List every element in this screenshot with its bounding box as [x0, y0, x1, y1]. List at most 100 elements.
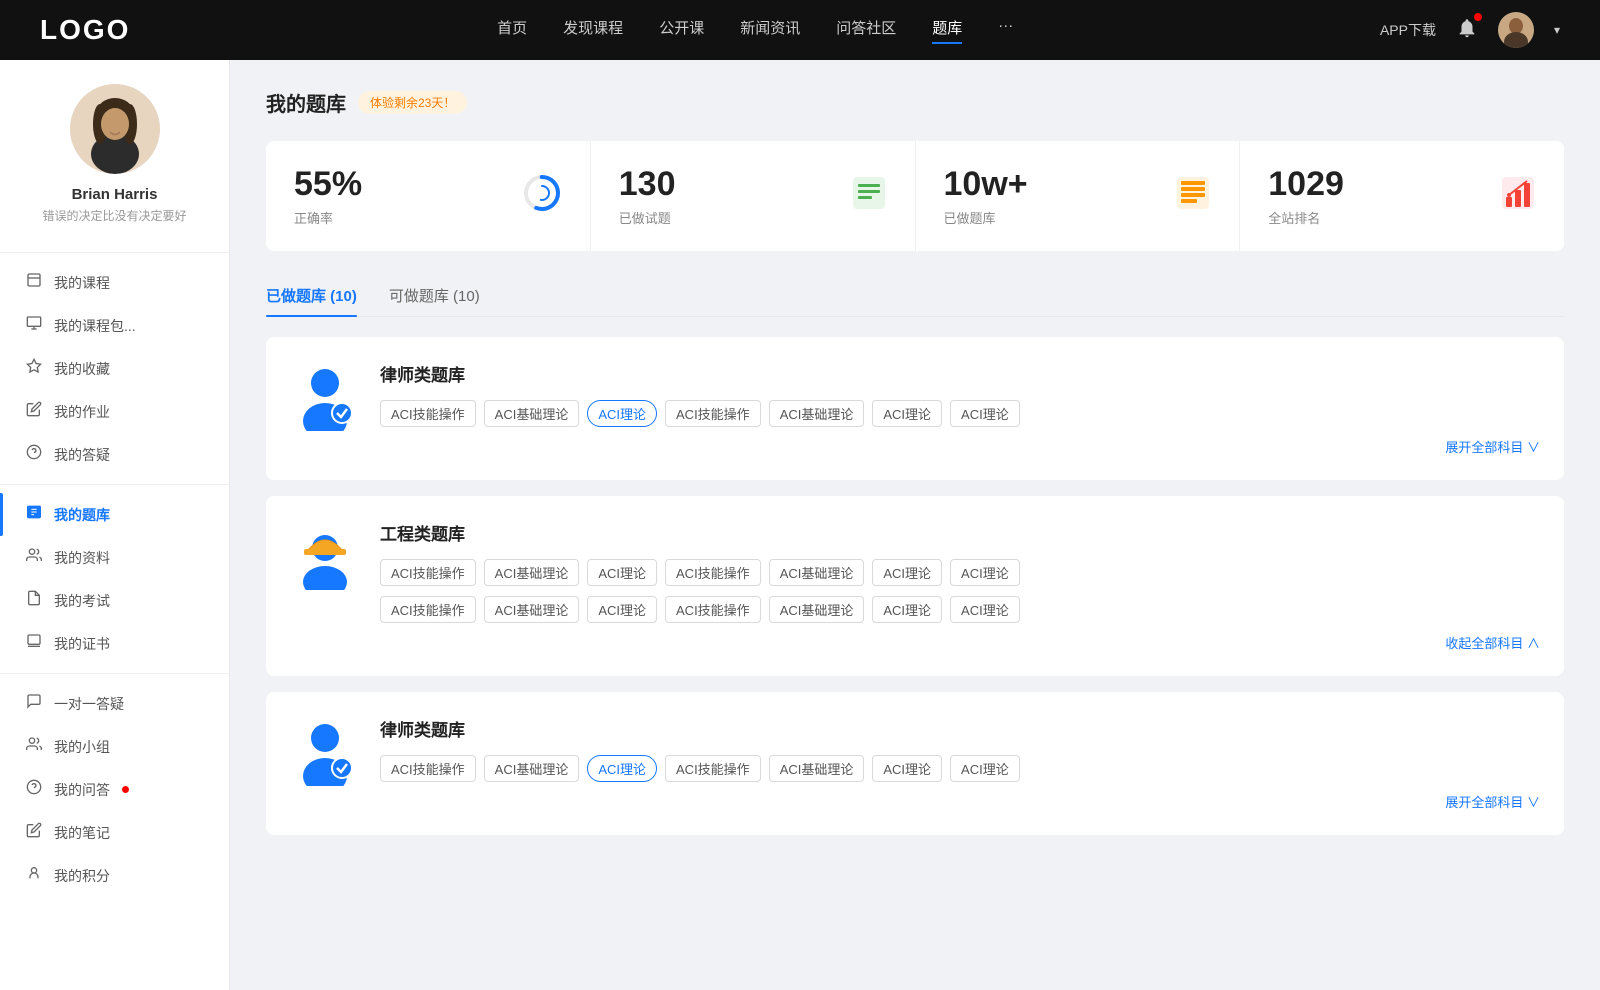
- sidebar-item-homework[interactable]: 我的作业: [0, 390, 229, 433]
- bank-tag[interactable]: ACI理论: [872, 559, 942, 586]
- nav-opencourse[interactable]: 公开课: [659, 17, 704, 44]
- bank-tag[interactable]: ACI理论: [950, 400, 1020, 427]
- tab-done-banks[interactable]: 已做题库 (10): [266, 275, 357, 316]
- bank-card-lawyer-1-footer: 展开全部科目 ∨: [380, 437, 1540, 456]
- bank-tag[interactable]: ACI技能操作: [380, 596, 476, 623]
- questionbank-icon: [24, 504, 44, 525]
- sidebar-item-certificate[interactable]: 我的证书: [0, 622, 229, 665]
- sidebar-item-questionbank-label: 我的题库: [54, 505, 110, 525]
- sidebar-item-one-on-one-label: 一对一答疑: [54, 694, 124, 714]
- bank-tag[interactable]: ACI技能操作: [380, 400, 476, 427]
- bank-tag[interactable]: ACI基础理论: [769, 755, 865, 782]
- sidebar-item-course[interactable]: 我的课程: [0, 261, 229, 304]
- sidebar-item-points[interactable]: 我的积分: [0, 854, 229, 897]
- notes-icon: [24, 822, 44, 843]
- sidebar-item-group[interactable]: 我的小组: [0, 725, 229, 768]
- bank-card-lawyer-2-header: 律师类题库 ACI技能操作ACI基础理论ACI理论ACI技能操作ACI基础理论A…: [290, 716, 1540, 811]
- myqa-icon: [24, 779, 44, 800]
- bank-card-lawyer-1-title: 律师类题库: [380, 361, 1540, 386]
- bell-icon[interactable]: [1456, 17, 1478, 44]
- bank-tag[interactable]: ACI理论: [872, 755, 942, 782]
- nav-more[interactable]: ···: [998, 17, 1013, 44]
- bank-tag[interactable]: ACI理论: [587, 400, 657, 427]
- bank-card-engineer-title: 工程类题库: [380, 520, 1540, 545]
- nav-questions[interactable]: 题库: [932, 17, 962, 44]
- bank-tag[interactable]: ACI技能操作: [665, 559, 761, 586]
- stat-ranking: 1029 全站排名: [1240, 141, 1564, 251]
- bank-tag[interactable]: ACI技能操作: [380, 755, 476, 782]
- tab-available-banks[interactable]: 可做题库 (10): [389, 275, 480, 316]
- sidebar-item-favorites-label: 我的收藏: [54, 359, 110, 379]
- user-menu-chevron[interactable]: ▾: [1554, 23, 1560, 37]
- sidebar: Brian Harris 错误的决定比没有决定要好 我的课程 我的课程包... …: [0, 60, 230, 990]
- bank-tag[interactable]: ACI理论: [587, 559, 657, 586]
- app-download[interactable]: APP下载: [1380, 20, 1436, 40]
- profile-avatar: [70, 84, 160, 174]
- one-on-one-icon: [24, 693, 44, 714]
- stat-banks-label: 已做题库: [944, 208, 1028, 227]
- sidebar-item-notes[interactable]: 我的笔记: [0, 811, 229, 854]
- bank-card-engineer-collapse[interactable]: 收起全部科目 ∧: [1445, 633, 1540, 652]
- nav-discover[interactable]: 发现课程: [563, 17, 623, 44]
- notification-badge: [1474, 13, 1482, 21]
- bank-tag[interactable]: ACI基础理论: [769, 559, 865, 586]
- bank-card-lawyer-2-tags: ACI技能操作 ACI基础理论 ACI理论 ACI技能操作 ACI基础理论 ACI理论 AC…: [380, 755, 1540, 782]
- bank-card-lawyer-1-expand[interactable]: 展开全部科目 ∨: [1445, 437, 1540, 456]
- favorites-icon: [24, 358, 44, 379]
- nav-home[interactable]: 首页: [497, 17, 527, 44]
- stat-banks-left: 10w+ 已做题库: [944, 165, 1028, 227]
- bank-tag[interactable]: ACI基础理论: [484, 596, 580, 623]
- bank-card-lawyer-2-body: 律师类题库 ACI技能操作ACI基础理论ACI理论ACI技能操作ACI基础理论A…: [380, 716, 1540, 811]
- sidebar-item-favorites[interactable]: 我的收藏: [0, 347, 229, 390]
- user-avatar[interactable]: [1498, 12, 1534, 48]
- bank-card-lawyer-2-title: 律师类题库: [380, 716, 1540, 741]
- nav-qa[interactable]: 问答社区: [836, 17, 896, 44]
- bank-tag[interactable]: ACI基础理论: [484, 400, 580, 427]
- coursepack-icon: [24, 315, 44, 336]
- bank-tag[interactable]: ACI理论: [950, 596, 1020, 623]
- stat-ranking-left: 1029 全站排名: [1268, 165, 1344, 227]
- bank-tag[interactable]: ACI理论: [872, 400, 942, 427]
- sidebar-item-coursepack[interactable]: 我的课程包...: [0, 304, 229, 347]
- stat-accuracy-value: 55%: [294, 165, 362, 204]
- bank-tag[interactable]: ACI理论: [872, 596, 942, 623]
- bank-tag[interactable]: ACI理论: [587, 596, 657, 623]
- stat-ranking-label: 全站排名: [1268, 208, 1344, 227]
- sidebar-item-one-on-one[interactable]: 一对一答疑: [0, 682, 229, 725]
- bank-card-engineer-header: 工程类题库 ACI技能操作ACI基础理论ACI理论ACI技能操作ACI基础理论A…: [290, 520, 1540, 652]
- sidebar-item-myqa[interactable]: 我的问答: [0, 768, 229, 811]
- bank-tag[interactable]: ACI理论: [950, 755, 1020, 782]
- sidebar-item-answers[interactable]: 我的答疑: [0, 433, 229, 476]
- sidebar-divider-3: [0, 673, 229, 674]
- bank-tag[interactable]: ACI技能操作: [665, 755, 761, 782]
- sidebar-item-questionbank[interactable]: 我的题库: [0, 493, 229, 536]
- bank-tag[interactable]: ACI技能操作: [665, 400, 761, 427]
- bank-tag[interactable]: ACI基础理论: [484, 559, 580, 586]
- stat-done-banks: 10w+ 已做题库: [916, 141, 1241, 251]
- question-bank-tabs: 已做题库 (10) 可做题库 (10): [266, 275, 1564, 317]
- lawyer-icon-2: [290, 716, 360, 786]
- main-content: 我的题库 体验剩余23天！ 55% 正确率: [230, 60, 1600, 990]
- stat-done-questions: 130 已做试题: [591, 141, 916, 251]
- bank-tag[interactable]: ACI技能操作: [665, 596, 761, 623]
- stat-accuracy-icon: [522, 173, 562, 220]
- sidebar-item-materials[interactable]: 我的资料: [0, 536, 229, 579]
- sidebar-item-points-label: 我的积分: [54, 866, 110, 886]
- bank-tag[interactable]: ACI理论: [950, 559, 1020, 586]
- sidebar-item-exam[interactable]: 我的考试: [0, 579, 229, 622]
- bank-card-lawyer-2-expand[interactable]: 展开全部科目 ∨: [1445, 792, 1540, 811]
- bank-tag[interactable]: ACI基础理论: [484, 755, 580, 782]
- bank-tag[interactable]: ACI基础理论: [769, 596, 865, 623]
- bank-tag[interactable]: ACI理论: [587, 755, 657, 782]
- nav-news[interactable]: 新闻资讯: [740, 17, 800, 44]
- bank-card-lawyer-2-footer: 展开全部科目 ∨: [380, 792, 1540, 811]
- bank-card-engineer-tags-row2: ACI技能操作 ACI基础理论 ACI理论 ACI技能操作 ACI基础理论 ACI理论 AC…: [380, 596, 1540, 623]
- stat-done-left: 130 已做试题: [619, 165, 676, 227]
- bank-tag[interactable]: ACI技能操作: [380, 559, 476, 586]
- materials-icon: [24, 547, 44, 568]
- points-icon: [24, 865, 44, 886]
- sidebar-item-exam-label: 我的考试: [54, 591, 110, 611]
- lawyer-icon-1: [290, 361, 360, 431]
- bank-tag[interactable]: ACI基础理论: [769, 400, 865, 427]
- sidebar-item-materials-label: 我的资料: [54, 548, 110, 568]
